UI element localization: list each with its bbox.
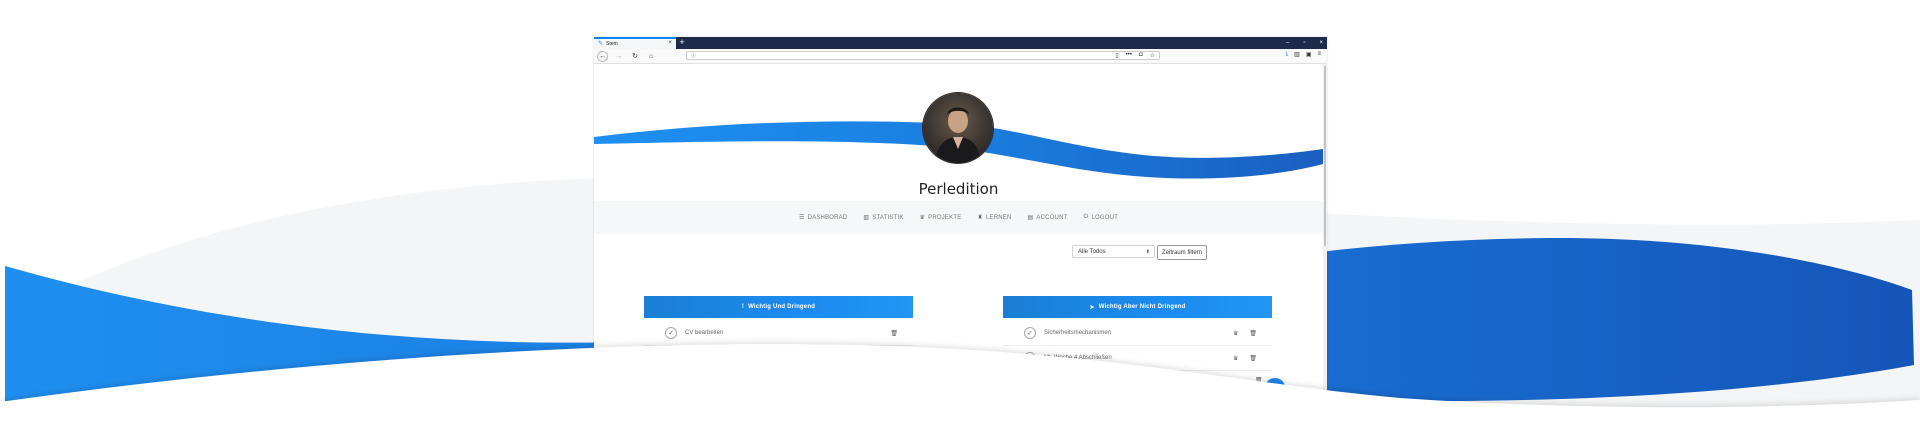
main-nav: ☰ DASHBORAD ▥ STATISTIK ♛ PROJEKTE ♜ LER…: [594, 201, 1323, 234]
minimize-button[interactable]: –: [1286, 37, 1289, 49]
web-page: Perledition ☰ DASHBORAD ▥ STATISTIK ♛ PR…: [594, 64, 1327, 444]
todo-text: CV bearbeiten: [685, 330, 724, 336]
trophy-icon: ♛: [919, 215, 926, 221]
chart-icon: ▥: [863, 215, 870, 221]
nav-label: LOGOUT: [1091, 214, 1118, 221]
nav-item-account[interactable]: ▤ ACCOUNT: [1027, 214, 1068, 222]
add-todo-feather-button[interactable]: ✎: [1265, 378, 1285, 398]
nav-label: ACCOUNT: [1036, 214, 1068, 221]
column-header-urgent-important: ! Wichtig Und Dringend: [644, 296, 913, 318]
tab-title: Stem: [606, 41, 618, 47]
page-actions-icon[interactable]: •••: [1126, 52, 1132, 59]
close-window-button[interactable]: ×: [1319, 37, 1323, 49]
nav-label: LERNEN: [986, 214, 1012, 221]
graduation-cap-icon: ♜: [977, 215, 983, 221]
rocket-icon: ➤: [1089, 304, 1095, 311]
nav-item-lernen[interactable]: ♜ LERNEN: [977, 214, 1012, 222]
trophy-icon[interactable]: ♛: [1233, 355, 1238, 362]
user-photo-icon: [935, 107, 981, 163]
check-icon[interactable]: ✓: [665, 327, 677, 339]
todo-text: Sicherheitsmechanismen: [1044, 330, 1112, 336]
nav-label: DASHBORAD: [807, 214, 848, 221]
library-icon[interactable]: ▥: [1294, 51, 1300, 58]
filter-period-button[interactable]: Zeitraum filtern: [1157, 245, 1208, 260]
menu-icon[interactable]: ≡: [1317, 51, 1321, 58]
browser-tab[interactable]: ✎ Stem ×: [594, 37, 676, 49]
trash-icon[interactable]: 🗑: [1249, 330, 1257, 337]
toolbar-right: ⤓ ▥ ▣ ≡: [1285, 51, 1321, 58]
home-icon[interactable]: ⌂: [646, 51, 656, 61]
nav-item-statistik[interactable]: ▥ STATISTIK: [863, 214, 904, 222]
site-info-icon[interactable]: ⓘ: [691, 52, 696, 59]
nav-label: STATISTIK: [872, 214, 904, 221]
filter-row: Alle Todos ⬍ Zeitraum filtern: [1072, 245, 1208, 260]
browser-window: ✎ Stem × + – ▫ × ← → ↻ ⌂ ⓘ ▯ ••• ◘ ☆ ⤓ ▥…: [594, 37, 1327, 444]
nav-item-dashboard[interactable]: ☰ DASHBORAD: [799, 214, 848, 222]
check-icon[interactable]: ✓: [1024, 352, 1036, 364]
check-icon[interactable]: ✓: [1024, 327, 1036, 339]
select-caret-icon: ⬍: [1145, 248, 1150, 255]
todo-text: ML Woche 4 Abschließen: [1044, 355, 1112, 361]
nav-item-projekte[interactable]: ♛ PROJEKTE: [919, 214, 962, 222]
feather-favicon-icon: ✎: [598, 41, 604, 47]
tab-bar: ✎ Stem × + – ▫ ×: [594, 37, 1327, 49]
forward-arrow-icon[interactable]: →: [614, 51, 624, 61]
url-bar[interactable]: ⓘ ▯ ••• ◘ ☆: [686, 51, 1160, 60]
exclamation-icon: !: [741, 304, 745, 310]
download-icon[interactable]: ⤓: [1285, 51, 1288, 58]
column-header-label: Wichtig Und Dringend: [748, 304, 816, 310]
maximize-button[interactable]: ▫: [1303, 37, 1305, 49]
column-header-important-not-urgent: ➤ Wichtig Aber Nicht Dringend: [1003, 296, 1272, 318]
new-tab-button[interactable]: +: [676, 37, 688, 49]
avatar: [923, 93, 993, 163]
sidebar-icon[interactable]: ▣: [1306, 51, 1312, 58]
reader-view-icon[interactable]: ▯: [1115, 52, 1118, 59]
tab-close-icon[interactable]: ×: [668, 40, 672, 46]
screenshot-stage: ✎ Stem × + – ▫ × ← → ↻ ⌂ ⓘ ▯ ••• ◘ ☆ ⤓ ▥…: [0, 0, 1920, 444]
id-card-icon: ▤: [1027, 215, 1034, 221]
todo-filter-select[interactable]: Alle Todos ⬍: [1072, 245, 1155, 258]
back-arrow-icon[interactable]: ←: [597, 50, 608, 62]
browser-toolbar: ← → ↻ ⌂ ⓘ ▯ ••• ◘ ☆ ⤓ ▥ ▣ ≡: [594, 49, 1327, 64]
pocket-icon[interactable]: ◘: [1139, 52, 1143, 59]
profile-name: Perledition: [918, 180, 999, 198]
nav-label: PROJEKTE: [928, 214, 962, 221]
scroll-thumb[interactable]: [1324, 66, 1326, 246]
todo-item[interactable]: ✓ Sicherheitsmechanismen ♛ 🗑: [1003, 321, 1272, 346]
trash-icon[interactable]: 🗑: [1255, 377, 1263, 384]
list-icon: ☰: [799, 215, 805, 221]
trophy-icon[interactable]: ♛: [1233, 330, 1238, 337]
column-header-label: Wichtig Aber Nicht Dringend: [1098, 304, 1186, 310]
scrollbar[interactable]: [1323, 64, 1327, 444]
window-controls: – ▫ ×: [1286, 37, 1323, 49]
todo-item[interactable]: ✓ ML Woche 4 Abschließen ♛ 🗑: [1003, 346, 1272, 371]
trash-icon[interactable]: 🗑: [890, 330, 898, 337]
nav-item-logout[interactable]: ⏻ LOGOUT: [1084, 214, 1119, 221]
select-value: Alle Todos: [1078, 248, 1106, 255]
todo-item[interactable]: ✓ CV bearbeiten 🗑: [644, 321, 913, 346]
reload-icon[interactable]: ↻: [630, 51, 640, 61]
power-icon: ⏻: [1083, 214, 1089, 220]
trash-icon[interactable]: 🗑: [1249, 355, 1257, 362]
bookmark-star-icon[interactable]: ☆: [1150, 52, 1155, 59]
